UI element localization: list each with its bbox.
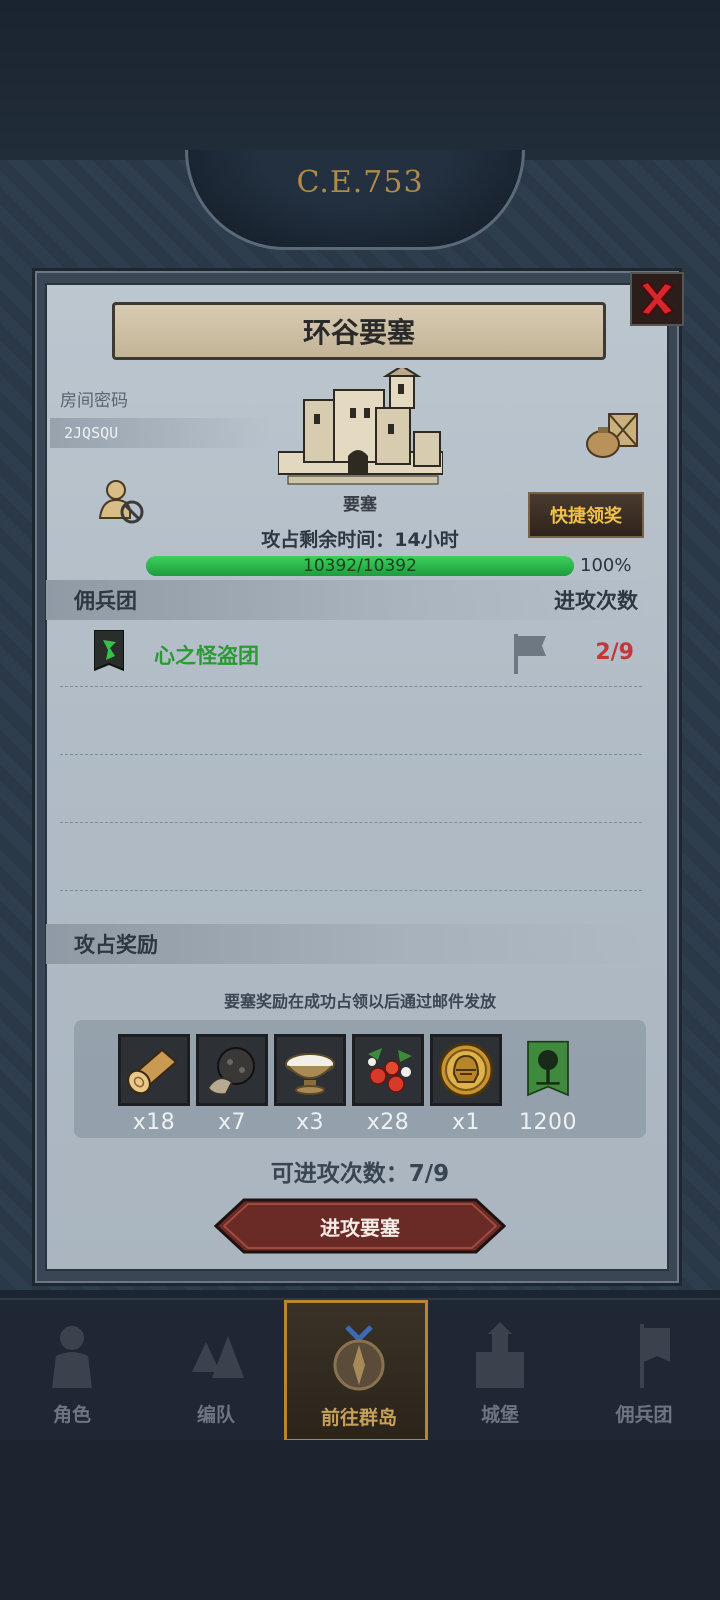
truffle-icon [206,1047,255,1096]
attack-fortress-label: 进攻要塞 [320,1215,400,1240]
row-divider [60,754,642,755]
bottom-navigation: 角色 编队 前往群岛 城堡 佣兵团 [0,1298,720,1442]
room-code-label: 房间密码 [60,391,128,411]
guild-banner-icon [527,1040,569,1097]
reward-count: 1200 [519,1110,577,1135]
bottom-filler [0,1440,720,1600]
mercenary-row[interactable]: 心之怪盗团 2/9 [60,630,650,680]
mercenary-section-header: 佣兵团 进攻次数 [46,580,646,620]
reward-count: x1 [451,1110,481,1135]
reward-item[interactable]: x28 [352,1034,424,1135]
reward-slot [274,1034,346,1106]
nav-label: 城堡 [480,1404,519,1426]
reward-slot [512,1034,584,1106]
fortress-icon [278,368,443,485]
nav-label: 前往群岛 [320,1407,397,1429]
castle-icon [476,1322,524,1388]
reward-item[interactable]: 1200 [512,1034,584,1135]
room-code-value[interactable]: 2JQSQU [50,418,270,448]
reward-count: x18 [132,1110,176,1135]
attack-fortress-button[interactable]: 进攻要塞 [214,1198,506,1254]
reward-note: 要塞奖励在成功占领以后通过邮件发放 [223,992,496,1011]
close-icon [639,280,675,317]
reward-slot [196,1034,268,1106]
supply-bags-icon[interactable] [583,410,643,460]
nav-label: 佣兵团 [615,1404,673,1426]
wood-log-icon [127,1048,178,1095]
dialog-title: 环谷要塞 [112,302,606,360]
guild-banner-icon [94,630,124,672]
nav-label: 角色 [52,1404,91,1426]
reward-slot [352,1034,424,1106]
milk-bowl-icon [285,1053,335,1095]
reward-section-header: 攻占奖励 [46,924,646,964]
reward-count: x3 [295,1110,325,1135]
knight-icon [52,1326,92,1388]
nav-item-role[interactable]: 角色 [0,1300,144,1442]
fortress-hp-percent: 100% [580,555,632,576]
reward-item[interactable]: x1 [430,1034,502,1135]
mercenary-attack-count: 2/9 [595,640,634,665]
mercenary-name: 心之怪盗团 [154,644,259,668]
nav-item-squad[interactable]: 编队 [144,1300,288,1442]
no-visitors-icon[interactable] [96,478,146,526]
attempts-remaining: 可进攻次数：7/9 [270,1161,450,1187]
reward-slot [118,1034,190,1106]
flag-icon [514,634,546,674]
fortress-type-label: 要塞 [343,495,377,515]
nav-label: 编队 [196,1404,235,1426]
nav-item-mercenary[interactable]: 佣兵团 [572,1300,716,1442]
mercenary-icon [640,1324,670,1388]
reward-section-label: 攻占奖励 [74,933,158,957]
fortress-hp-text: 10392/10392 [303,556,417,576]
capture-time-remaining: 攻占剩余时间：14小时 [261,529,459,551]
row-divider [60,890,642,891]
reward-count: x28 [366,1110,410,1135]
reward-slot [430,1034,502,1106]
era-label: C.E.753 [296,165,424,200]
row-divider [60,686,642,687]
compass-icon [333,1325,385,1391]
attack-count-header: 进攻次数 [554,589,638,613]
close-button[interactable] [630,272,684,326]
reward-item[interactable]: x3 [274,1034,346,1135]
reward-count: x7 [217,1110,247,1135]
mercenary-section-label: 佣兵团 [74,589,137,613]
squad-icon [192,1336,244,1378]
reward-item[interactable]: x18 [118,1034,190,1135]
row-divider [60,822,642,823]
helmet-coin-icon [438,1042,494,1098]
nav-item-castle[interactable]: 城堡 [428,1300,572,1442]
nav-item-islands[interactable]: 前往群岛 [284,1300,428,1442]
berries-icon [368,1048,412,1093]
reward-item[interactable]: x7 [196,1034,268,1135]
top-background [0,0,720,160]
quick-claim-button[interactable]: 快捷领奖 [528,492,644,538]
